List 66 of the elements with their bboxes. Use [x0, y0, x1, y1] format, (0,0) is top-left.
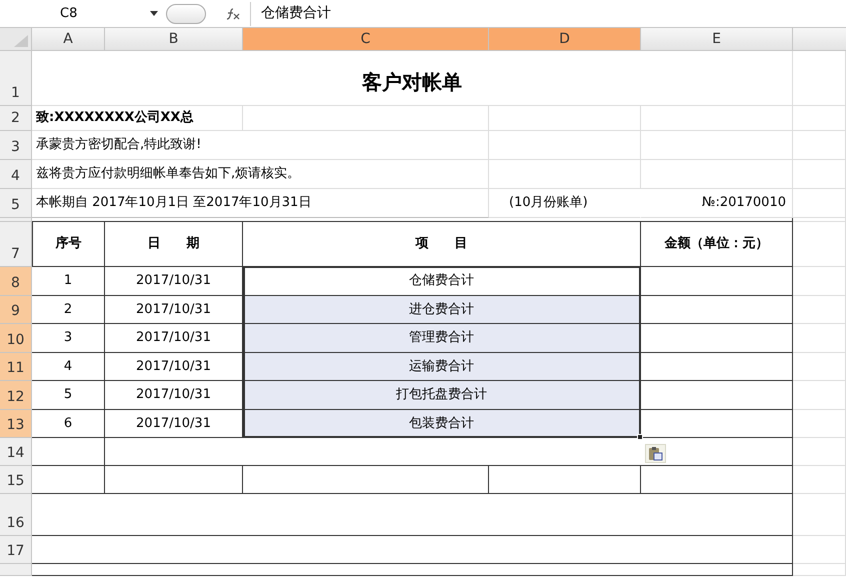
column-heading: 序号: [56, 234, 82, 254]
row-header[interactable]: 9: [0, 296, 32, 324]
table-cell[interactable]: 运输费合计: [243, 353, 641, 381]
column-header[interactable]: [793, 28, 846, 51]
row-header[interactable]: 10: [0, 324, 32, 353]
paste-options-button[interactable]: [645, 444, 666, 463]
name-box[interactable]: C8: [0, 2, 166, 24]
row-header[interactable]: 12: [0, 381, 32, 410]
column-heading: 日 期: [148, 235, 200, 254]
thanks-text: 承蒙贵方密切配合,特此致谢!: [36, 136, 202, 154]
column-header[interactable]: B: [105, 28, 243, 51]
row-header[interactable]: 16: [0, 494, 32, 536]
row-header[interactable]: 11: [0, 353, 32, 381]
row-header[interactable]: 8: [0, 267, 32, 296]
empty-cell[interactable]: [641, 466, 793, 494]
sheet-title: 客户对帐单: [362, 69, 462, 96]
row-header[interactable]: 5: [0, 189, 32, 218]
table-cell-text: 2017/10/31: [136, 386, 211, 404]
column-header[interactable]: D: [489, 28, 641, 51]
select-all-corner[interactable]: [0, 28, 32, 51]
fill-handle[interactable]: [637, 434, 643, 440]
period-text: 本帐期自 2017年10月1日 至2017年10月31日: [36, 194, 312, 212]
table-cell-text: 2017/10/31: [136, 358, 211, 376]
dropdown-icon: [150, 11, 158, 16]
table-cell[interactable]: 包装费合计: [243, 410, 641, 438]
table-cell-text: 6: [64, 414, 72, 433]
statement-number: №:20170010: [702, 194, 786, 212]
formula-divider-handle[interactable]: [166, 4, 206, 24]
row-header[interactable]: 15: [0, 466, 32, 494]
column-heading: 项 目: [416, 235, 468, 254]
row-header[interactable]: [0, 218, 32, 222]
table-cell[interactable]: 进仓费合计: [243, 296, 641, 324]
clipboard-icon: [648, 446, 663, 461]
row-header[interactable]: 14: [0, 438, 32, 466]
row-header[interactable]: 1: [0, 51, 32, 106]
row-header[interactable]: 3: [0, 131, 32, 160]
table-cell-text: 5: [64, 386, 72, 404]
table-cell-text: 2017/10/31: [136, 414, 211, 433]
notice-text: 兹将贵方应付款明细帐单奉告如下,烦请核实。: [36, 165, 300, 184]
table-cell[interactable]: 管理费合计: [243, 324, 641, 353]
month-note-text: (10月份账单): [509, 194, 588, 212]
row-header[interactable]: 2: [0, 106, 32, 131]
row-header[interactable]: 17: [0, 536, 32, 564]
select-all-icon: [14, 35, 28, 47]
empty-cell[interactable]: [105, 466, 243, 494]
table-cell-text: 2017/10/31: [136, 300, 211, 319]
table-cell-text: 4: [64, 358, 72, 376]
table-cell-text: 3: [64, 329, 72, 348]
addressee-text: 致:XXXXXXXX公司XX总: [36, 109, 194, 128]
row-header[interactable]: 4: [0, 160, 32, 189]
empty-cell[interactable]: [243, 466, 489, 494]
row-header[interactable]: 7: [0, 222, 32, 267]
column-header[interactable]: E: [641, 28, 793, 51]
table-cell-text: 2017/10/31: [136, 272, 211, 290]
table-cell-text: 2017/10/31: [136, 329, 211, 348]
formula-input[interactable]: 仓储费合计: [250, 2, 846, 26]
empty-cell[interactable]: [489, 466, 641, 494]
column-header[interactable]: A: [32, 28, 105, 51]
table-cell-text: 2: [64, 300, 72, 319]
function-icon[interactable]: [226, 6, 242, 20]
row-header[interactable]: 13: [0, 410, 32, 438]
row-header[interactable]: [0, 564, 32, 576]
column-header[interactable]: C: [243, 28, 489, 51]
table-cell[interactable]: 打包托盘费合计: [243, 381, 641, 410]
column-heading: 金额（单位：元）: [664, 234, 768, 254]
table-cell-text: 1: [64, 272, 72, 290]
